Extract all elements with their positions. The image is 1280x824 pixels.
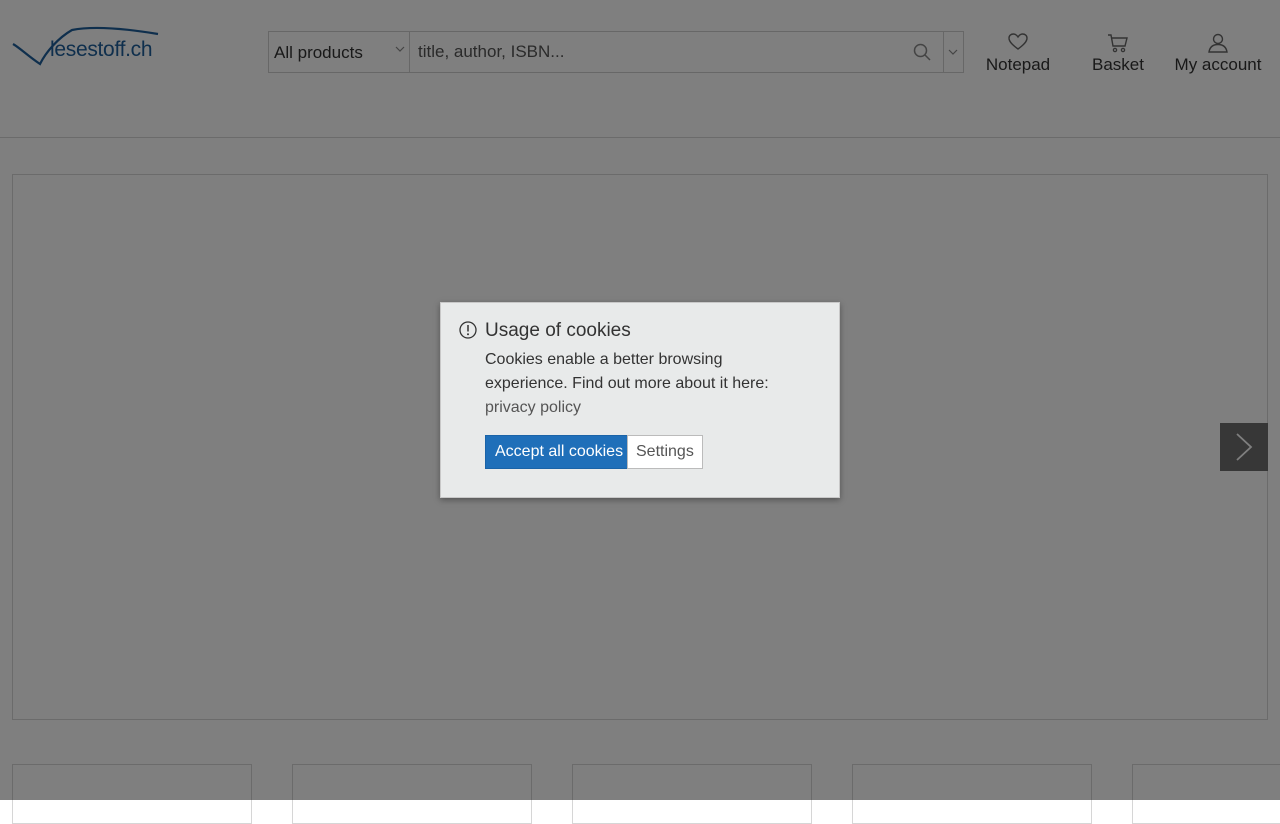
cookie-settings-button[interactable]: Settings: [627, 435, 703, 469]
cookie-dialog-title: Usage of cookies: [485, 320, 631, 341]
cookie-dialog-text: Cookies enable a better browsing experie…: [485, 348, 785, 420]
cookie-dialog-message: Cookies enable a better browsing experie…: [485, 351, 769, 392]
accept-all-cookies-button[interactable]: Accept all cookies: [485, 435, 634, 469]
privacy-policy-link[interactable]: privacy policy: [485, 399, 581, 416]
cookie-dialog: Usage of cookies Cookies enable a better…: [440, 302, 840, 498]
exclamation-circle-icon: [459, 321, 477, 339]
